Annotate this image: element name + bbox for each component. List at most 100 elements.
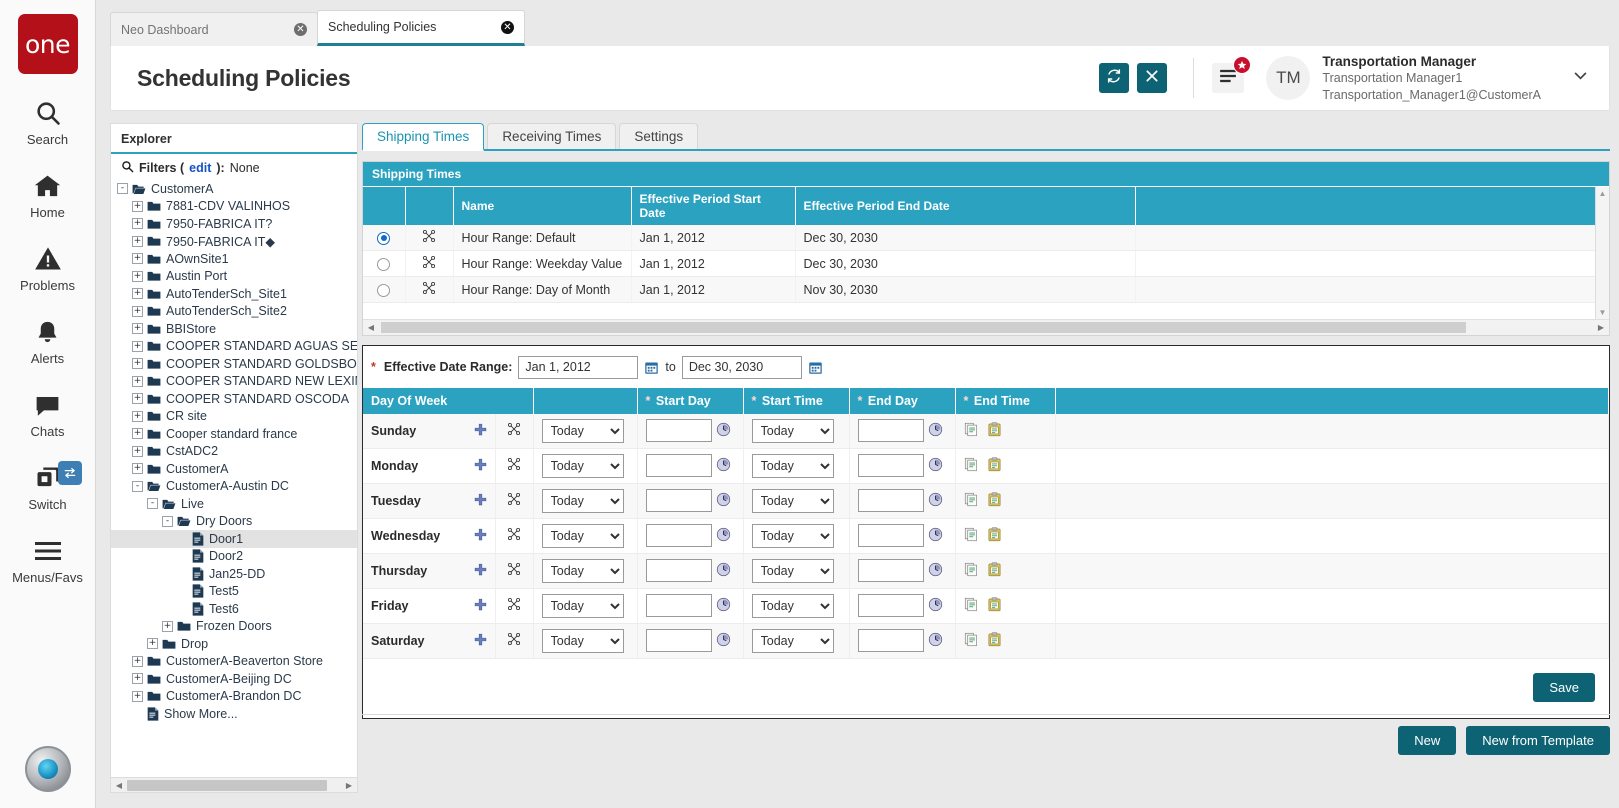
rail-item-switch[interactable]: Switch [0,461,96,512]
row-select-cell[interactable] [363,225,405,251]
scissors-icon[interactable] [507,495,521,509]
start-day-select[interactable]: Today [542,454,624,478]
tree-node[interactable]: Jan25-DD [117,565,357,583]
tree-node[interactable]: -Live [117,495,357,513]
tree-node[interactable]: +7950-FABRICA IT◆ [117,233,357,251]
tab-settings[interactable]: Settings [619,123,698,149]
clock-icon[interactable] [928,457,943,475]
cut-cell[interactable] [495,518,533,553]
plus-icon[interactable] [474,493,487,509]
clock-icon[interactable] [928,527,943,545]
start-day-cell[interactable]: Today [533,414,637,449]
tree-node[interactable]: -Dry Doors [117,513,357,531]
save-button[interactable]: Save [1533,673,1595,702]
row-actions-cell[interactable] [955,623,1055,658]
start-time-input[interactable] [646,489,712,512]
tree-node[interactable]: +CustomerA-Brandon DC [117,688,357,706]
start-time-cell[interactable] [637,553,743,588]
copy-icon[interactable] [964,422,979,440]
tree-collapse-icon[interactable]: - [162,516,173,527]
grid-vertical-scrollbar[interactable]: ▲ ▼ [1595,187,1609,319]
start-day-cell[interactable]: Today [533,553,637,588]
tree-node[interactable]: Show More... [117,705,357,723]
scroll-up-icon[interactable]: ▲ [1599,187,1607,200]
paste-icon[interactable] [987,632,1002,650]
tree-expand-icon[interactable]: + [132,288,143,299]
scroll-right-icon[interactable]: ▶ [1593,323,1609,332]
tree-node[interactable]: Test5 [117,583,357,601]
tree-node[interactable]: +7950-FABRICA IT? [117,215,357,233]
start-time-cell[interactable] [637,623,743,658]
workspace-tab-neo-dashboard[interactable]: Neo Dashboard ✕ [110,12,318,46]
clock-icon[interactable] [928,632,943,650]
close-icon[interactable]: ✕ [294,23,307,36]
end-time-cell[interactable] [849,518,955,553]
cut-cell[interactable] [495,553,533,588]
paste-icon[interactable] [987,527,1002,545]
start-time-input[interactable] [646,594,712,617]
plus-icon[interactable] [474,423,487,439]
rail-item-home[interactable]: Home [0,169,96,220]
table-row[interactable]: Hour Range: Weekday ValueJan 1, 2012Dec … [363,251,1609,277]
start-time-cell[interactable] [637,588,743,623]
tree-expand-icon[interactable]: + [162,621,173,632]
scroll-left-icon[interactable]: ◀ [363,323,379,332]
start-time-input[interactable] [646,629,712,652]
grid-horizontal-scrollbar[interactable]: ◀ ▶ [363,319,1609,335]
copy-icon[interactable] [964,562,979,580]
tab-shipping-times[interactable]: Shipping Times [362,123,484,151]
end-day-cell[interactable]: Today [743,623,849,658]
rail-item-chats[interactable]: Chats [0,388,96,439]
tree-node[interactable]: +7881-CDV VALINHOS [117,198,357,216]
end-time-cell[interactable] [849,553,955,588]
tree-node[interactable]: +CR site [117,408,357,426]
new-button[interactable]: New [1398,726,1456,755]
clock-icon[interactable] [716,422,731,440]
rail-item-menus-favs[interactable]: Menus/Favs [0,534,96,585]
end-day-cell[interactable]: Today [743,553,849,588]
start-time-cell[interactable] [637,414,743,449]
tree-expand-icon[interactable]: + [132,428,143,439]
start-time-cell[interactable] [637,448,743,483]
row-select-cell[interactable] [363,277,405,303]
tree-node[interactable]: +AutoTenderSch_Site1 [117,285,357,303]
start-time-input[interactable] [646,419,712,442]
row-action-cell[interactable] [405,251,453,277]
scissors-icon[interactable] [507,600,521,614]
start-time-input[interactable] [646,559,712,582]
end-time-cell[interactable] [849,414,955,449]
end-day-cell[interactable]: Today [743,518,849,553]
tree-expand-icon[interactable]: + [132,691,143,702]
tree-expand-icon[interactable]: + [132,656,143,667]
end-day-cell[interactable]: Today [743,448,849,483]
table-row[interactable]: Hour Range: Day of MonthJan 1, 2012Nov 3… [363,277,1609,303]
support-orb-icon[interactable] [25,746,71,792]
end-time-input[interactable] [858,629,924,652]
scroll-down-icon[interactable]: ▼ [1599,306,1607,319]
row-actions-cell[interactable] [955,414,1055,449]
start-time-cell[interactable] [637,518,743,553]
end-day-cell[interactable]: Today [743,483,849,518]
cut-cell[interactable] [495,483,533,518]
column-start-date[interactable]: Effective Period Start Date [631,187,795,225]
rail-item-search[interactable]: Search [0,96,96,147]
tree-expand-icon[interactable]: + [132,201,143,212]
scissors-icon[interactable] [507,425,521,439]
end-day-select[interactable]: Today [752,594,834,618]
tree-expand-icon[interactable]: + [132,341,143,352]
rail-item-problems[interactable]: Problems [0,242,96,293]
clock-icon[interactable] [928,492,943,510]
close-page-button[interactable] [1137,63,1167,93]
close-icon[interactable]: ✕ [501,21,514,34]
end-time-input[interactable] [858,419,924,442]
tree-collapse-icon[interactable]: - [117,183,128,194]
paste-icon[interactable] [987,457,1002,475]
list-menu-button[interactable] [1212,63,1244,93]
refresh-button[interactable] [1099,63,1129,93]
tree-collapse-icon[interactable]: - [132,481,143,492]
plus-icon[interactable] [474,563,487,579]
end-time-cell[interactable] [849,588,955,623]
start-day-select[interactable]: Today [542,629,624,653]
copy-icon[interactable] [964,597,979,615]
clock-icon[interactable] [716,457,731,475]
